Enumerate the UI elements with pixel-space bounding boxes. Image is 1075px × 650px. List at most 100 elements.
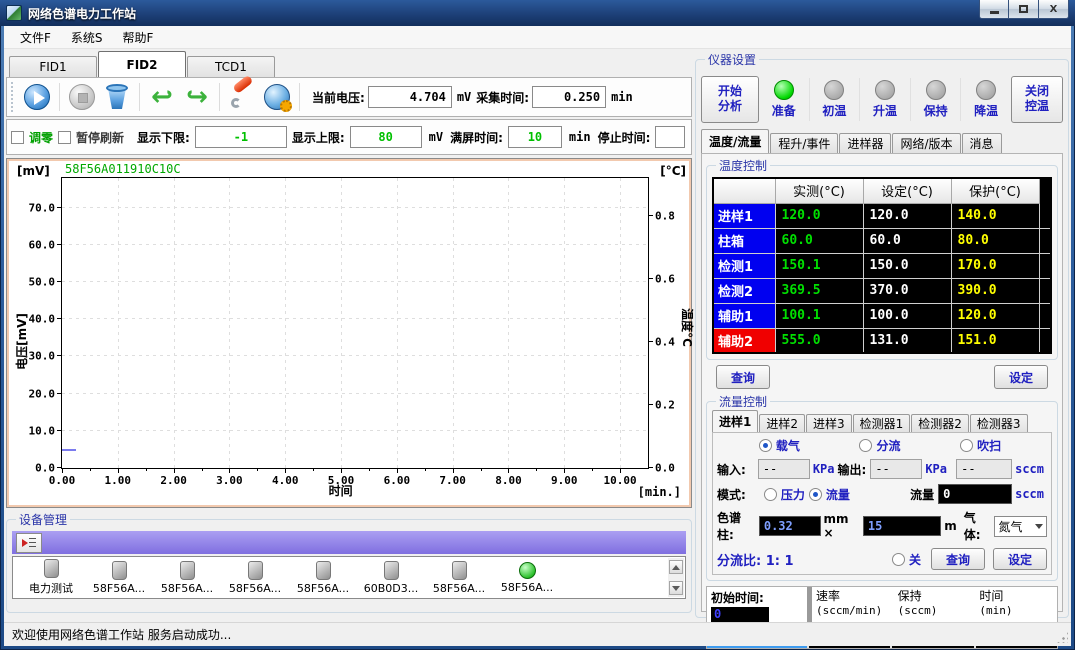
- minimize-button[interactable]: [979, 0, 1009, 19]
- flow-setpoint-field[interactable]: 0: [938, 484, 1012, 504]
- scroll-down-button[interactable]: [669, 581, 683, 595]
- temp-set-cell[interactable]: 100.0: [863, 303, 951, 328]
- detector-tab-1[interactable]: FID2: [98, 51, 186, 77]
- fullscreen-time-input[interactable]: 10: [508, 126, 562, 148]
- gas-label-2[interactable]: 吹扫: [977, 437, 1001, 454]
- mode-radio-1[interactable]: [809, 488, 822, 501]
- flow-tab-0[interactable]: 进样1: [712, 410, 758, 432]
- detector-tab-2[interactable]: TCD1: [187, 56, 275, 77]
- pause-refresh-label[interactable]: 暂停刷新: [76, 129, 124, 146]
- temperature-query-button[interactable]: 查询: [716, 365, 770, 389]
- gas-radio-2[interactable]: [960, 439, 973, 452]
- temperature-set-button[interactable]: 设定: [994, 365, 1048, 389]
- device-item-4[interactable]: 58F56A...: [289, 561, 357, 595]
- device-item-7[interactable]: 58F56A...: [493, 562, 561, 594]
- temp-set-cell[interactable]: 131.0: [863, 328, 951, 353]
- settings-tab-4[interactable]: 消息: [962, 133, 1002, 153]
- lower-limit-input[interactable]: -1: [195, 126, 287, 148]
- undo-button[interactable]: [146, 81, 178, 113]
- temp-protect-cell[interactable]: 80.0: [951, 228, 1039, 253]
- settings-tab-1[interactable]: 程升/事件: [770, 133, 838, 153]
- resize-grip[interactable]: [1056, 631, 1068, 643]
- close-button[interactable]: X: [1039, 0, 1069, 19]
- temp-protect-cell[interactable]: 120.0: [951, 303, 1039, 328]
- temp-set-cell[interactable]: 370.0: [863, 278, 951, 303]
- temp-filler-cell: [1039, 203, 1051, 228]
- temp-protect-cell[interactable]: 170.0: [951, 253, 1039, 278]
- temp-measured-cell[interactable]: 120.0: [775, 203, 863, 228]
- x-axis-unit: [min.]: [638, 485, 681, 499]
- settings-tab-2[interactable]: 进样器: [839, 133, 891, 153]
- temp-measured-cell[interactable]: 100.1: [775, 303, 863, 328]
- chart-canvas[interactable]: [mV] [°C] 58F56A011910C10C 电压[mV] 温度°C 时…: [7, 159, 691, 507]
- flow-tab-1[interactable]: 进样2: [759, 414, 805, 432]
- clear-button[interactable]: [101, 81, 133, 113]
- menu-item-2[interactable]: 帮助F: [113, 27, 164, 48]
- zero-label[interactable]: 调零: [29, 129, 53, 146]
- column-diameter-field[interactable]: 0.32: [759, 516, 821, 536]
- temp-protect-cell[interactable]: 140.0: [951, 203, 1039, 228]
- network-settings-button[interactable]: [261, 81, 293, 113]
- device-item-3[interactable]: 58F56A...: [221, 561, 289, 595]
- menu-item-1[interactable]: 系统S: [61, 27, 113, 48]
- split-row: 分流比: 1: 1 关 查询 设定: [717, 548, 1047, 570]
- flow-tab-4[interactable]: 检测器2: [911, 414, 969, 432]
- settings-tab-3[interactable]: 网络/版本: [892, 133, 960, 153]
- menu-item-0[interactable]: 文件F: [10, 27, 61, 48]
- close-temp-control-button[interactable]: 关闭 控温: [1011, 76, 1063, 123]
- maximize-button[interactable]: [1009, 0, 1039, 19]
- gas-radio-0[interactable]: [759, 439, 772, 452]
- temp-measured-cell[interactable]: 555.0: [775, 328, 863, 353]
- zero-checkbox[interactable]: [11, 131, 24, 144]
- pause-refresh-checkbox[interactable]: [58, 131, 71, 144]
- flow-tab-3[interactable]: 检测器1: [853, 414, 911, 432]
- temp-set-cell[interactable]: 120.0: [863, 203, 951, 228]
- temp-set-cell[interactable]: 150.0: [863, 253, 951, 278]
- settings-tab-0[interactable]: 温度/流量: [701, 129, 769, 153]
- temp-protect-cell[interactable]: 151.0: [951, 328, 1039, 353]
- gas-radio-1[interactable]: [859, 439, 872, 452]
- flow-query-button[interactable]: 查询: [931, 548, 985, 570]
- gas-label-1[interactable]: 分流: [876, 437, 900, 454]
- device-item-2[interactable]: 58F56A...: [153, 561, 221, 595]
- tools-button[interactable]: [226, 81, 258, 113]
- temp-measured-cell[interactable]: 150.1: [775, 253, 863, 278]
- device-scrollbar[interactable]: [668, 558, 684, 597]
- start-analysis-button[interactable]: 开始 分析: [701, 76, 759, 123]
- device-list-button[interactable]: [16, 533, 42, 553]
- split-off-radio[interactable]: [892, 553, 905, 566]
- title-bar[interactable]: 网络色谱电力工作站 X: [0, 0, 1075, 26]
- redo-button[interactable]: [181, 81, 213, 113]
- gas-label-0[interactable]: 载气: [776, 437, 800, 454]
- start-acquisition-button[interactable]: [21, 81, 53, 113]
- split-off-label[interactable]: 关: [909, 551, 921, 568]
- detector-tab-0[interactable]: FID1: [9, 56, 97, 77]
- flow-tab-2[interactable]: 进样3: [806, 414, 852, 432]
- temp-measured-cell[interactable]: 369.5: [775, 278, 863, 303]
- column-length-field[interactable]: 15: [863, 516, 941, 536]
- mode-radio-0[interactable]: [764, 488, 777, 501]
- flow-set-button[interactable]: 设定: [993, 548, 1047, 570]
- upper-limit-input[interactable]: 80: [350, 126, 422, 148]
- device-item-5[interactable]: 60B0D3...: [357, 561, 425, 595]
- toolbar-grip[interactable]: [11, 82, 15, 112]
- voltage-unit: mV: [457, 90, 471, 104]
- scroll-up-button[interactable]: [669, 560, 683, 574]
- device-item-0[interactable]: 电力测试: [17, 559, 85, 596]
- device-item-1[interactable]: 58F56A...: [85, 561, 153, 595]
- stop-acquisition-button[interactable]: [66, 81, 98, 113]
- temp-set-cell[interactable]: 60.0: [863, 228, 951, 253]
- gas-select[interactable]: 氮气: [994, 516, 1047, 537]
- temp-protect-cell[interactable]: 390.0: [951, 278, 1039, 303]
- flow-tab-5[interactable]: 检测器3: [970, 414, 1028, 432]
- stop-time-input[interactable]: [655, 126, 685, 148]
- output-flow-field[interactable]: --: [956, 459, 1012, 479]
- input-pressure-field[interactable]: --: [758, 459, 810, 479]
- mode-label-0[interactable]: 压力: [781, 486, 805, 503]
- mode-label-1[interactable]: 流量: [826, 486, 850, 503]
- table-row: 辅助1100.1100.0120.0: [713, 303, 1051, 328]
- device-item-6[interactable]: 58F56A...: [425, 561, 493, 595]
- y-tick-label: 40.0: [29, 313, 56, 326]
- temp-measured-cell[interactable]: 60.0: [775, 228, 863, 253]
- output-pressure-field[interactable]: --: [870, 459, 922, 479]
